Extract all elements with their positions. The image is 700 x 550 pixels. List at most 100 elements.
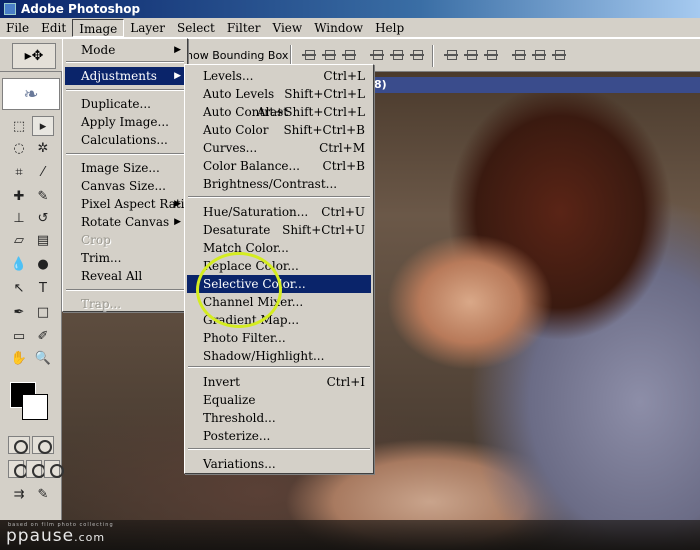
shape-tool-icon[interactable]: □ [32, 302, 54, 322]
pen-tool-icon[interactable]: ✒ [8, 302, 30, 322]
menu-item-label: Reveal All [81, 269, 143, 283]
document-title-bar[interactable]: 8) [372, 77, 700, 93]
distribute-hcenter-icon[interactable] [530, 47, 548, 63]
brush-tool-icon[interactable]: ✎ [32, 186, 54, 206]
menu-bar: File Edit Image Layer Select Filter View Window… [0, 18, 700, 38]
menu-item-canvas-size[interactable]: Canvas Size... [65, 177, 185, 195]
menu-help[interactable]: Help [369, 19, 410, 37]
menu-item-pixel-aspect-ratio[interactable]: Pixel Aspect Ratio ▶ [65, 195, 192, 213]
menu-separator [66, 89, 184, 91]
menu-item-trim[interactable]: Trim... [65, 249, 185, 267]
separator [432, 45, 434, 67]
menu-window[interactable]: Window [308, 19, 369, 37]
menu-shortcut: Alt+Shift+Ctrl+L [256, 105, 365, 119]
menu-item-auto-contrast[interactable]: Auto Contrast Alt+Shift+Ctrl+L [187, 103, 371, 121]
menu-item-label: Auto Levels [203, 87, 275, 101]
dodge-tool-icon[interactable]: ● [32, 254, 54, 274]
distribute-top-icon[interactable] [442, 47, 460, 63]
menu-item-variations[interactable]: Variations... [187, 455, 371, 473]
feather-logo-icon[interactable]: ❧ [2, 78, 60, 110]
slice-tool-icon[interactable]: ⁄ [32, 162, 54, 182]
zoom-tool-icon[interactable]: 🔍 [32, 348, 54, 368]
menu-file[interactable]: File [0, 19, 35, 37]
tool-preset-picker[interactable]: ▸✥ [12, 43, 56, 69]
quick-mask-mode-button[interactable] [32, 436, 54, 454]
menu-item-threshold[interactable]: Threshold... [187, 409, 371, 427]
distribute-left-icon[interactable] [510, 47, 528, 63]
menu-select[interactable]: Select [171, 19, 221, 37]
healing-brush-icon[interactable]: ✚ [8, 186, 30, 206]
screen-mode-full-button[interactable] [44, 460, 64, 478]
align-top-icon[interactable] [300, 47, 318, 63]
move-tool-icon: ▸✥ [24, 48, 44, 64]
menu-item-label: Photo Filter... [203, 331, 286, 345]
align-hcenter-icon[interactable] [388, 47, 406, 63]
menu-item-equalize[interactable]: Equalize [187, 391, 371, 409]
photoshop-logo-icon [4, 3, 16, 15]
menu-item-match-color[interactable]: Match Color... [187, 239, 371, 257]
move-tool-icon[interactable]: ▸ [32, 116, 54, 136]
menu-edit[interactable]: Edit [35, 19, 72, 37]
menu-item-posterize[interactable]: Posterize... [187, 427, 371, 445]
type-tool-icon[interactable]: T [32, 278, 54, 298]
screen-mode-full-menu-button[interactable] [26, 460, 46, 478]
eraser-tool-icon[interactable]: ▱ [8, 230, 30, 250]
clone-stamp-icon[interactable]: ⊥ [8, 208, 30, 228]
menu-item-color-balance[interactable]: Color Balance... Ctrl+B [187, 157, 371, 175]
notes-tool-icon[interactable]: ▭ [8, 326, 30, 346]
menu-shortcut: Shift+Ctrl+U [282, 223, 365, 237]
menu-item-duplicate[interactable]: Duplicate... [65, 95, 185, 113]
menu-item-shadow-highlight[interactable]: Shadow/Highlight... [187, 347, 371, 365]
menu-shortcut: Ctrl+U [321, 205, 365, 219]
background-color-swatch[interactable] [22, 394, 48, 420]
menu-item-label: Color Balance... [203, 159, 300, 173]
menu-filter[interactable]: Filter [221, 19, 267, 37]
distribute-bottom-icon[interactable] [482, 47, 500, 63]
align-vcenter-icon[interactable] [320, 47, 338, 63]
distribute-right-icon[interactable] [550, 47, 568, 63]
menu-shortcut: Shift+Ctrl+B [283, 123, 365, 137]
menu-item-levels[interactable]: Levels... Ctrl+L [187, 67, 371, 85]
menu-item-curves[interactable]: Curves... Ctrl+M [187, 139, 371, 157]
menu-item-invert[interactable]: Invert Ctrl+I [187, 373, 371, 391]
magic-wand-icon[interactable]: ✲ [32, 138, 54, 158]
menu-item-desaturate[interactable]: Desaturate Shift+Ctrl+U [187, 221, 371, 239]
align-left-icon[interactable] [368, 47, 386, 63]
eyedropper-icon[interactable]: ✐ [32, 326, 54, 346]
hand-tool-icon[interactable]: ✋ [8, 348, 30, 368]
history-brush-icon[interactable]: ↺ [32, 208, 54, 228]
show-bounding-box-label[interactable]: how Bounding Box [186, 49, 288, 62]
menu-item-brightness-contrast[interactable]: Brightness/Contrast... [187, 175, 371, 193]
standard-mode-button[interactable] [8, 436, 30, 454]
align-right-icon[interactable] [408, 47, 426, 63]
align-bottom-icon[interactable] [340, 47, 358, 63]
menu-item-calculations[interactable]: Calculations... [65, 131, 185, 149]
toolbox-panel: ❧ ⬚ ▸ ◌ ✲ ⌗ ⁄ ✚ ✎ ⊥ ↺ ▱ ▤ 💧 ● ↖ T ✒ □ ▭ ✐ ✋ 🔍 ⇉ ✎ [0, 72, 64, 520]
watermark-footer: based on film photo collecting ppause.co… [0, 520, 700, 550]
menu-image[interactable]: Image [72, 18, 125, 37]
gradient-tool-icon[interactable]: ▤ [32, 230, 54, 250]
distribute-vcenter-icon[interactable] [462, 47, 480, 63]
menu-item-reveal-all[interactable]: Reveal All [65, 267, 185, 285]
menu-item-rotate-canvas[interactable]: Rotate Canvas ▶ [65, 213, 185, 231]
screen-mode-standard-button[interactable] [8, 460, 28, 478]
crop-tool-icon[interactable]: ⌗ [8, 162, 30, 182]
menu-item-auto-levels[interactable]: Auto Levels Shift+Ctrl+L [187, 85, 371, 103]
menu-view[interactable]: View [267, 19, 309, 37]
menu-item-hue-saturation[interactable]: Hue/Saturation... Ctrl+U [187, 203, 371, 221]
menu-item-adjustments[interactable]: Adjustments ▶ [65, 67, 185, 85]
jump-to-imageready-icon[interactable]: ⇉ [8, 484, 30, 504]
menu-item-auto-color[interactable]: Auto Color Shift+Ctrl+B [187, 121, 371, 139]
marquee-tool-icon[interactable]: ⬚ [8, 116, 30, 136]
menu-item-label: Invert [203, 375, 240, 389]
menu-item-label: Adjustments [81, 69, 157, 83]
menu-item-mode[interactable]: Mode ▶ [65, 41, 185, 59]
menu-item-apply-image[interactable]: Apply Image... [65, 113, 185, 131]
menu-layer[interactable]: Layer [124, 19, 171, 37]
edit-in-imageready-icon[interactable]: ✎ [32, 484, 54, 504]
menu-item-image-size[interactable]: Image Size... [65, 159, 185, 177]
blur-tool-icon[interactable]: 💧 [8, 254, 30, 274]
lasso-tool-icon[interactable]: ◌ [8, 138, 30, 158]
menu-item-photo-filter[interactable]: Photo Filter... [187, 329, 371, 347]
path-select-icon[interactable]: ↖ [8, 278, 30, 298]
